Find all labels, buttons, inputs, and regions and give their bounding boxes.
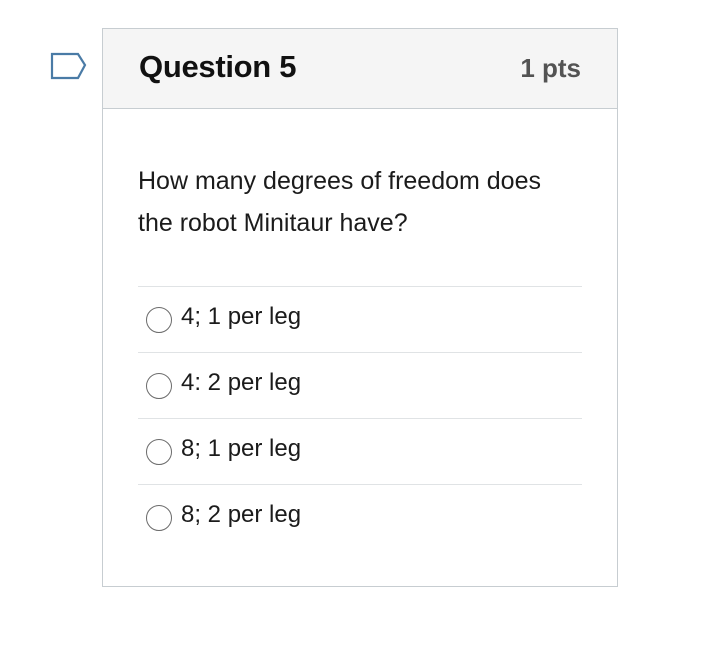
question-header: Question 5 1 pts xyxy=(103,29,617,109)
answer-label: 4: 2 per leg xyxy=(181,369,302,396)
question-points: 1 pts xyxy=(520,53,581,83)
answer-option[interactable]: 4; 1 per leg xyxy=(138,286,582,352)
answer-label: 8; 1 per leg xyxy=(181,435,302,462)
answer-label: 4; 1 per leg xyxy=(181,303,302,330)
answer-list: 4; 1 per leg 4: 2 per leg 8; 1 per leg 8… xyxy=(138,286,582,550)
answer-label: 8; 2 per leg xyxy=(181,501,302,528)
question-text: How many degrees of freedom does the rob… xyxy=(138,167,541,237)
answer-option[interactable]: 8; 1 per leg xyxy=(138,418,582,484)
radio-button[interactable] xyxy=(146,505,172,531)
answer-option[interactable]: 4: 2 per leg xyxy=(138,352,582,418)
question-title: Question 5 xyxy=(139,49,297,84)
flag-question-icon[interactable] xyxy=(50,52,88,82)
radio-button[interactable] xyxy=(146,307,172,333)
answer-option[interactable]: 8; 2 per leg xyxy=(138,484,582,550)
radio-button[interactable] xyxy=(146,439,172,465)
radio-button[interactable] xyxy=(146,373,172,399)
